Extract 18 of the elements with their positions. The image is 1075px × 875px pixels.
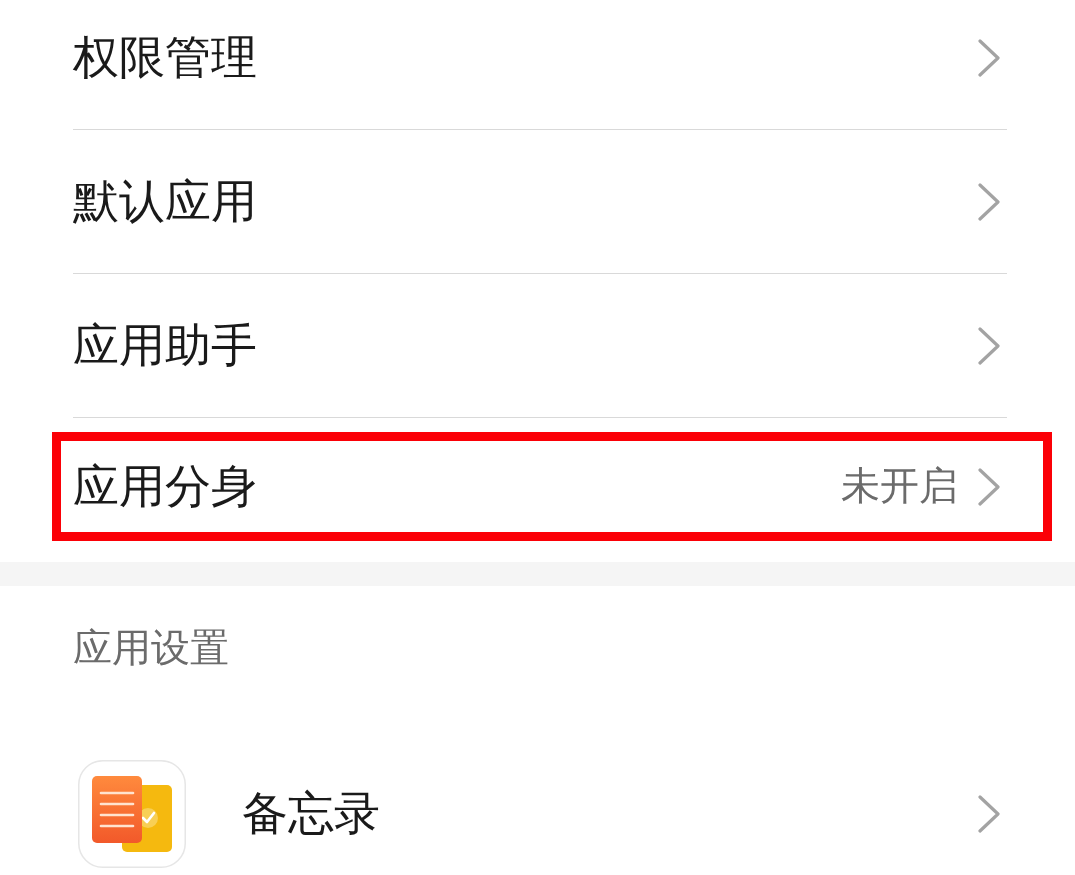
row-label: 权限管理	[73, 29, 258, 86]
app-name: 备忘录	[242, 786, 381, 842]
chevron-icon	[978, 467, 1000, 506]
app-row[interactable]: 备忘录	[0, 710, 1075, 868]
row-label: 默认应用	[73, 173, 258, 230]
notes-app-icon	[78, 760, 186, 868]
chevron-icon	[978, 38, 1000, 77]
settings-row[interactable]: 权限管理	[73, 0, 1007, 130]
chevron-icon	[978, 795, 1000, 833]
section-header: 应用设置	[72, 624, 230, 672]
status-text: 未开启	[841, 463, 958, 510]
settings-row[interactable]: 默认应用	[73, 130, 1007, 274]
chevron-icon	[978, 326, 1000, 365]
chevron-icon	[978, 182, 1000, 221]
settings-row[interactable]: 应用助手	[73, 274, 1007, 418]
settings-row[interactable]: 应用分身 未开启	[61, 441, 1043, 532]
row-label: 应用分身	[73, 458, 258, 515]
row-label: 应用助手	[73, 317, 258, 374]
